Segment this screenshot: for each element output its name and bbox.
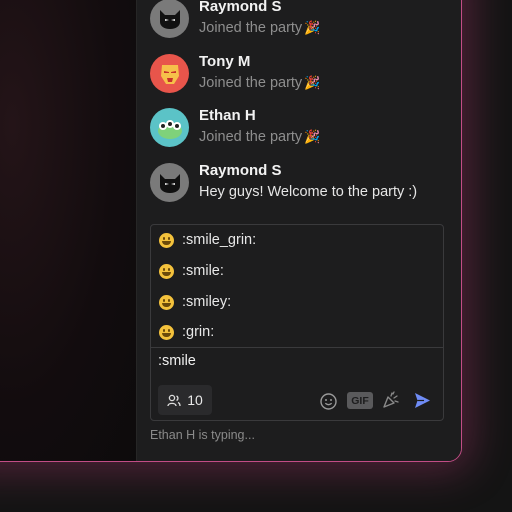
message-composer: :smile_grin: :smile: :smiley: :grin: :sm… — [150, 224, 444, 421]
message-author: Ethan H — [199, 107, 256, 124]
emoji-picker-icon[interactable] — [320, 393, 337, 410]
emoji-suggestion-item[interactable]: :grin: — [151, 317, 443, 347]
avatar — [150, 163, 189, 202]
emoji-suggestion-item[interactable]: :smile_grin: — [151, 225, 443, 255]
smiley-emoji-icon — [159, 294, 174, 310]
party-popper-icon[interactable] — [382, 391, 400, 409]
chat-message: Raymond S Hey guys! Welcome to the party… — [150, 162, 418, 202]
party-emoji: 🎉 — [304, 75, 321, 90]
message-text: Joined the party 🎉 — [199, 20, 321, 36]
stage: Raymond S Joined the party 🎉 Tony M Joine… — [0, 0, 512, 512]
message-text: Joined the party 🎉 — [199, 75, 321, 91]
grin-emoji-icon — [159, 324, 174, 340]
members-count: 10 — [187, 392, 203, 408]
grin-emoji-icon — [159, 232, 174, 248]
avatar — [150, 0, 189, 38]
send-icon[interactable] — [414, 392, 431, 409]
smile-emoji-icon — [159, 263, 174, 279]
alien-icon — [157, 119, 182, 139]
message-input[interactable]: :smile — [158, 353, 196, 369]
members-button[interactable]: 10 — [158, 385, 212, 415]
batman-icon — [159, 9, 180, 29]
party-emoji: 🎉 — [304, 129, 321, 144]
typing-indicator: Ethan H is typing... — [150, 428, 255, 442]
chat-message: Tony M Joined the party 🎉 — [150, 53, 321, 93]
emoji-suggestion-item[interactable]: :smiley: — [151, 287, 443, 317]
message-text: Hey guys! Welcome to the party :) — [199, 184, 418, 200]
message-author: Tony M — [199, 53, 251, 70]
video-pane — [0, 0, 137, 461]
message-author: Raymond S — [199, 162, 282, 179]
gif-button[interactable]: GIF — [347, 392, 373, 409]
message-text: Joined the party 🎉 — [199, 129, 321, 145]
avatar — [150, 54, 189, 93]
avatar — [150, 108, 189, 147]
chat-message: Raymond S Joined the party 🎉 — [150, 0, 320, 38]
emoji-suggestions: :smile_grin: :smile: :smiley: :grin: — [151, 225, 443, 348]
users-icon — [167, 394, 181, 406]
emoji-suggestion-item[interactable]: :smile: — [151, 256, 443, 286]
chat-message: Ethan H Joined the party 🎉 — [150, 107, 321, 147]
party-emoji: 🎉 — [304, 20, 321, 35]
ironman-icon — [160, 64, 179, 84]
batman-icon — [159, 173, 180, 193]
message-author: Raymond S — [199, 0, 282, 15]
